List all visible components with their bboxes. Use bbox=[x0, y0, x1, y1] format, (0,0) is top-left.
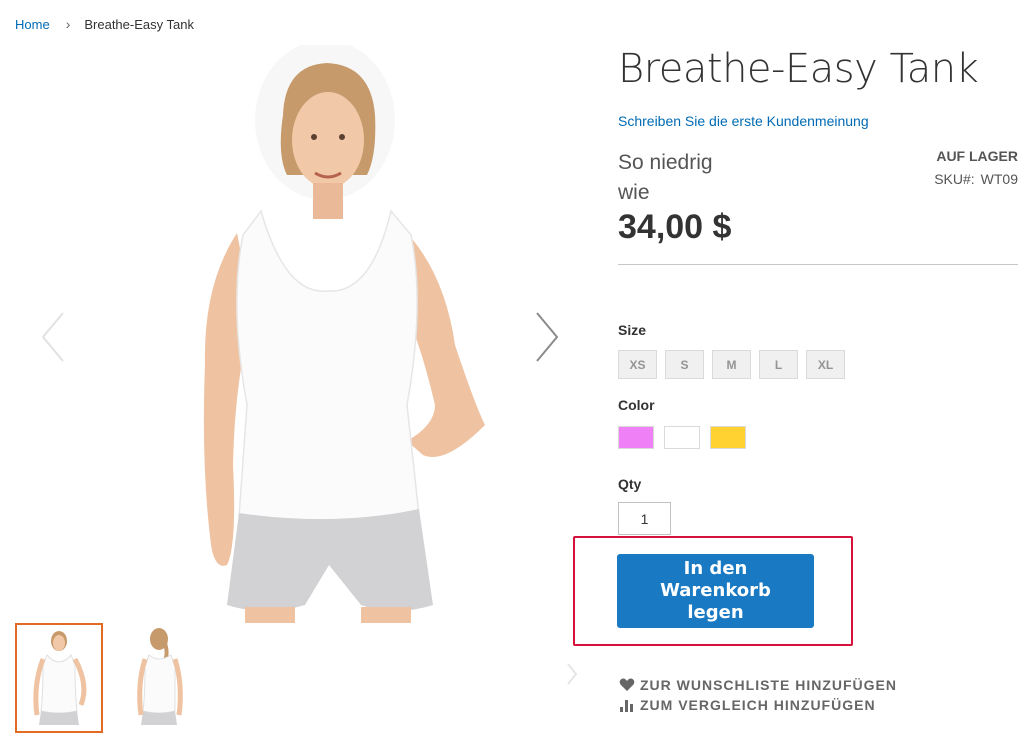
bar-chart-icon bbox=[618, 697, 636, 713]
add-to-compare-link[interactable]: ZUM VERGLEICH HINZUFÜGEN bbox=[618, 695, 897, 715]
stock-status: AUF LAGER bbox=[936, 148, 1018, 164]
qty-label: Qty bbox=[618, 476, 642, 492]
breadcrumb-current: Breathe-Easy Tank bbox=[84, 16, 194, 32]
add-to-wishlist-link[interactable]: ZUR WUNSCHLISTE HINZUFÜGEN bbox=[618, 675, 897, 695]
size-option-l[interactable]: L bbox=[759, 350, 798, 379]
size-option-xl[interactable]: XL bbox=[806, 350, 845, 379]
color-swatch-white[interactable] bbox=[664, 426, 700, 449]
breadcrumb: Home › Breathe-Easy Tank bbox=[15, 16, 194, 32]
product-actions: ZUR WUNSCHLISTE HINZUFÜGEN ZUM VERGLEICH… bbox=[618, 675, 897, 715]
product-price: 34,00 $ bbox=[618, 208, 732, 246]
thumbnail-back-image bbox=[137, 628, 183, 725]
color-label: Color bbox=[618, 397, 655, 413]
color-swatch-yellow[interactable] bbox=[710, 426, 746, 449]
price-divider bbox=[618, 264, 1018, 265]
compare-label: ZUM VERGLEICH HINZUFÜGEN bbox=[640, 697, 876, 713]
sku-label: SKU#: bbox=[934, 171, 975, 187]
add-to-cart-button[interactable]: In den Warenkorb legen bbox=[617, 554, 814, 628]
color-options bbox=[618, 426, 746, 449]
breadcrumb-home-link[interactable]: Home bbox=[15, 17, 50, 32]
size-options: XS S M L XL bbox=[618, 350, 845, 379]
size-option-xs[interactable]: XS bbox=[618, 350, 657, 379]
thumbnail-front-image bbox=[33, 631, 87, 725]
breadcrumb-separator: › bbox=[65, 16, 71, 32]
gallery-next-icon[interactable] bbox=[525, 307, 565, 367]
thumbnail-front[interactable] bbox=[15, 623, 103, 733]
heart-icon bbox=[618, 677, 636, 693]
qty-input[interactable] bbox=[618, 502, 671, 535]
size-option-s[interactable]: S bbox=[665, 350, 704, 379]
price-label: So niedrig wie bbox=[618, 151, 713, 204]
size-option-m[interactable]: M bbox=[712, 350, 751, 379]
product-title: Breathe-Easy Tank bbox=[618, 46, 979, 92]
size-label: Size bbox=[618, 322, 647, 338]
gallery-prev-icon[interactable] bbox=[35, 307, 75, 367]
color-swatch-purple[interactable] bbox=[618, 426, 654, 449]
sku-value: WT09 bbox=[980, 171, 1018, 187]
thumbnails-next-icon[interactable] bbox=[564, 661, 580, 687]
thumbnail-back[interactable] bbox=[119, 623, 207, 733]
gallery-thumbnails bbox=[15, 623, 578, 733]
product-gallery bbox=[15, 45, 575, 625]
sku-info: SKU#: WT09 bbox=[934, 171, 1018, 187]
wishlist-label: ZUR WUNSCHLISTE HINZUFÜGEN bbox=[640, 677, 897, 693]
product-main-image[interactable] bbox=[15, 45, 575, 623]
write-review-link[interactable]: Schreiben Sie die erste Kundenmeinung bbox=[618, 113, 869, 129]
